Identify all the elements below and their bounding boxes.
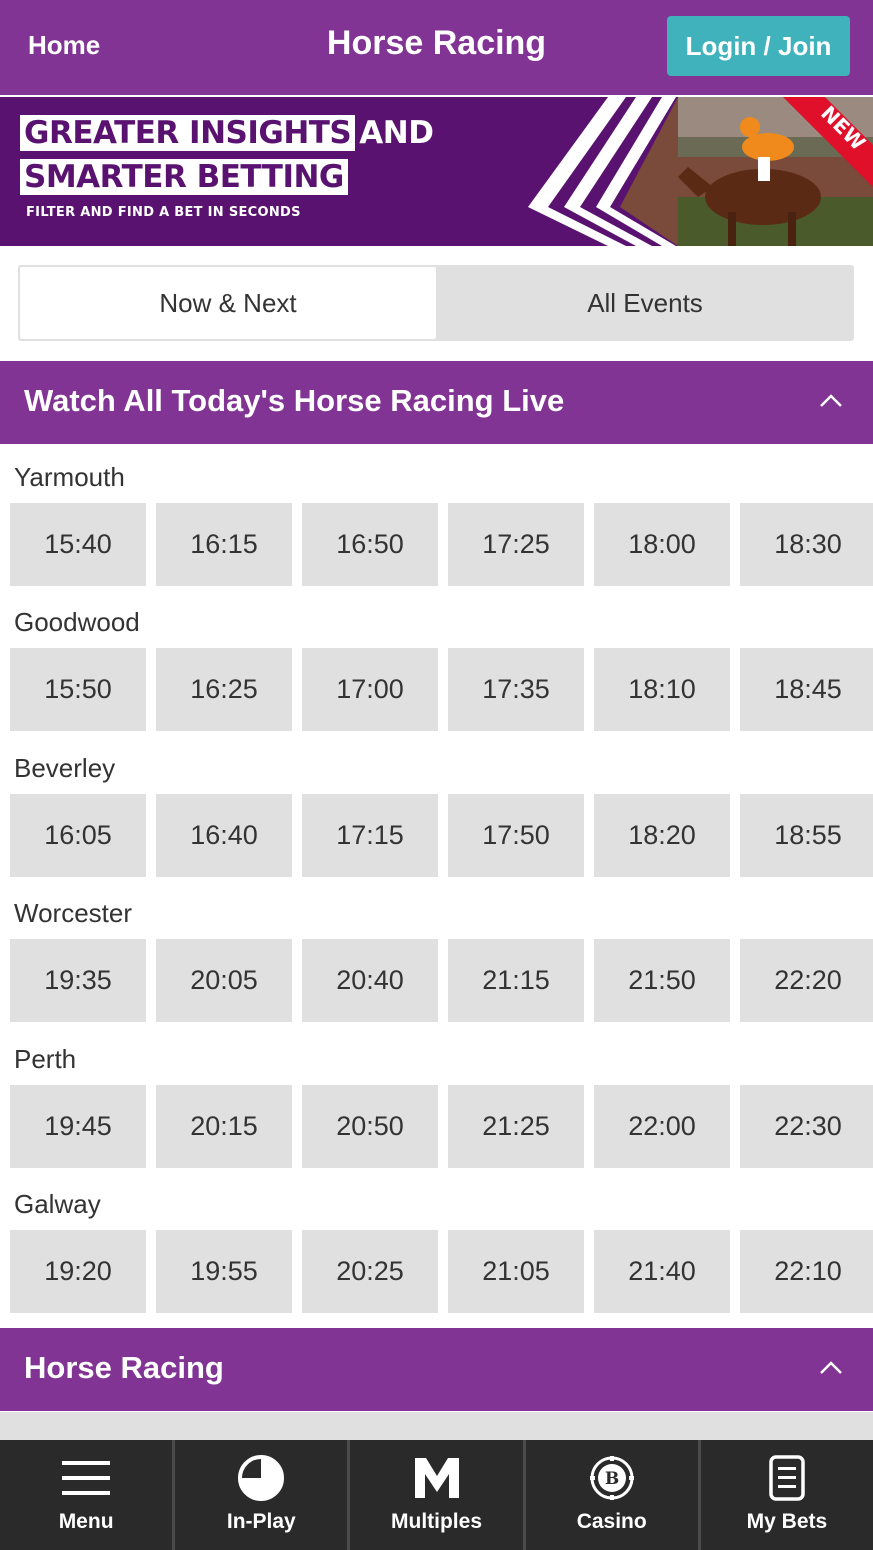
race-time-button[interactable]: 18:20 [594, 794, 730, 877]
meeting-name: Goodwood [14, 607, 140, 637]
menu-icon [62, 1454, 111, 1502]
race-time-button[interactable]: 18:00 [594, 503, 730, 586]
nav-menu[interactable]: Menu [0, 1440, 172, 1550]
race-time-button[interactable]: 20:25 [302, 1230, 438, 1313]
race-time-button[interactable]: 22:10 [740, 1230, 873, 1313]
home-link[interactable]: Home [28, 30, 100, 61]
banner-highlight-text: SMARTER BETTING [20, 159, 348, 195]
meeting-name: Perth [14, 1044, 77, 1074]
race-time-button[interactable]: 20:05 [156, 939, 292, 1022]
nav-in-play[interactable]: In-Play [172, 1440, 347, 1550]
race-time-button[interactable]: 15:50 [10, 648, 146, 731]
race-time-button[interactable]: 16:15 [156, 503, 292, 586]
race-time-button[interactable]: 21:05 [448, 1230, 584, 1313]
race-time-button[interactable]: 21:15 [448, 939, 584, 1022]
view-tabs: Now & Next All Events [18, 265, 854, 341]
race-time-button[interactable]: 21:25 [448, 1085, 584, 1168]
meeting-name: Worcester [14, 898, 132, 928]
race-time-button[interactable]: 19:45 [10, 1085, 146, 1168]
race-time-button[interactable]: 20:40 [302, 939, 438, 1022]
my-bets-icon [769, 1454, 805, 1502]
casino-icon: B [589, 1454, 634, 1502]
race-time-button[interactable]: 22:30 [740, 1085, 873, 1168]
race-time-button[interactable]: 19:35 [10, 939, 146, 1022]
login-join-button[interactable]: Login / Join [667, 16, 850, 76]
nav-label: Multiples [391, 1510, 483, 1533]
svg-text:B: B [605, 1469, 619, 1489]
tab-all-events[interactable]: All Events [436, 265, 854, 341]
race-time-button[interactable]: 22:20 [740, 939, 873, 1022]
section-title: Watch All Today's Horse Racing Live [24, 383, 565, 418]
race-time-button[interactable]: 18:30 [740, 503, 873, 586]
race-time-button[interactable]: 17:15 [302, 794, 438, 877]
race-time-button[interactable]: 19:20 [10, 1230, 146, 1313]
race-time-button[interactable]: 19:55 [156, 1230, 292, 1313]
race-time-button[interactable]: 18:55 [740, 794, 873, 877]
race-time-button[interactable]: 18:10 [594, 648, 730, 731]
chevron-up-icon[interactable] [819, 393, 843, 409]
chevron-up-icon[interactable] [819, 1360, 843, 1376]
race-time-button[interactable]: 20:15 [156, 1085, 292, 1168]
race-time-button[interactable]: 16:05 [10, 794, 146, 877]
bottom-nav: Menu In-Play Multiples B Casino My Bets [0, 1440, 873, 1550]
in-play-icon [237, 1454, 285, 1502]
promo-banner[interactable]: GREATER INSIGHTS AND SMARTER BETTING FILT… [0, 97, 873, 246]
nav-multiples[interactable]: Multiples [347, 1440, 522, 1550]
nav-label: My Bets [746, 1510, 828, 1533]
top-bar: Home Horse Racing Login / Join [0, 0, 873, 95]
race-time-button[interactable]: 15:40 [10, 503, 146, 586]
meeting-name: Beverley [14, 753, 116, 783]
banner-highlight-text: GREATER INSIGHTS [20, 115, 356, 151]
race-time-button[interactable]: 20:50 [302, 1085, 438, 1168]
meeting-name: Yarmouth [14, 462, 125, 492]
race-time-button[interactable]: 16:40 [156, 794, 292, 877]
live-racing-section-header[interactable]: Watch All Today's Horse Racing Live [0, 361, 873, 444]
nav-label: In-Play [226, 1510, 296, 1533]
race-time-button[interactable]: 16:50 [302, 503, 438, 586]
race-time-button[interactable]: 21:50 [594, 939, 730, 1022]
multiples-icon [414, 1454, 459, 1502]
race-time-button[interactable]: 18:45 [740, 648, 873, 731]
nav-my-bets[interactable]: My Bets [697, 1440, 873, 1550]
nav-casino[interactable]: B Casino [522, 1440, 698, 1550]
race-time-button[interactable]: 16:25 [156, 648, 292, 731]
nav-label: Menu [58, 1510, 114, 1533]
meeting-name: Galway [14, 1189, 101, 1219]
race-time-button[interactable]: 21:40 [594, 1230, 730, 1313]
nav-label: Casino [576, 1510, 647, 1533]
race-time-button[interactable]: 17:25 [448, 503, 584, 586]
banner-headline-line1: GREATER INSIGHTS AND [20, 115, 434, 151]
horse-racing-section-header[interactable]: Horse Racing [0, 1328, 873, 1411]
section-title: Horse Racing [24, 1350, 224, 1385]
race-time-button[interactable]: 17:00 [302, 648, 438, 731]
race-time-button[interactable]: 17:35 [448, 648, 584, 731]
banner-subline: FILTER AND FIND A BET IN SECONDS [26, 205, 301, 220]
tab-now-next[interactable]: Now & Next [20, 267, 436, 339]
race-time-button[interactable]: 22:00 [594, 1085, 730, 1168]
banner-headline-line2: SMARTER BETTING [20, 159, 348, 195]
race-time-button[interactable]: 17:50 [448, 794, 584, 877]
content-divider [0, 1412, 873, 1442]
banner-plain-text: AND [359, 115, 434, 151]
